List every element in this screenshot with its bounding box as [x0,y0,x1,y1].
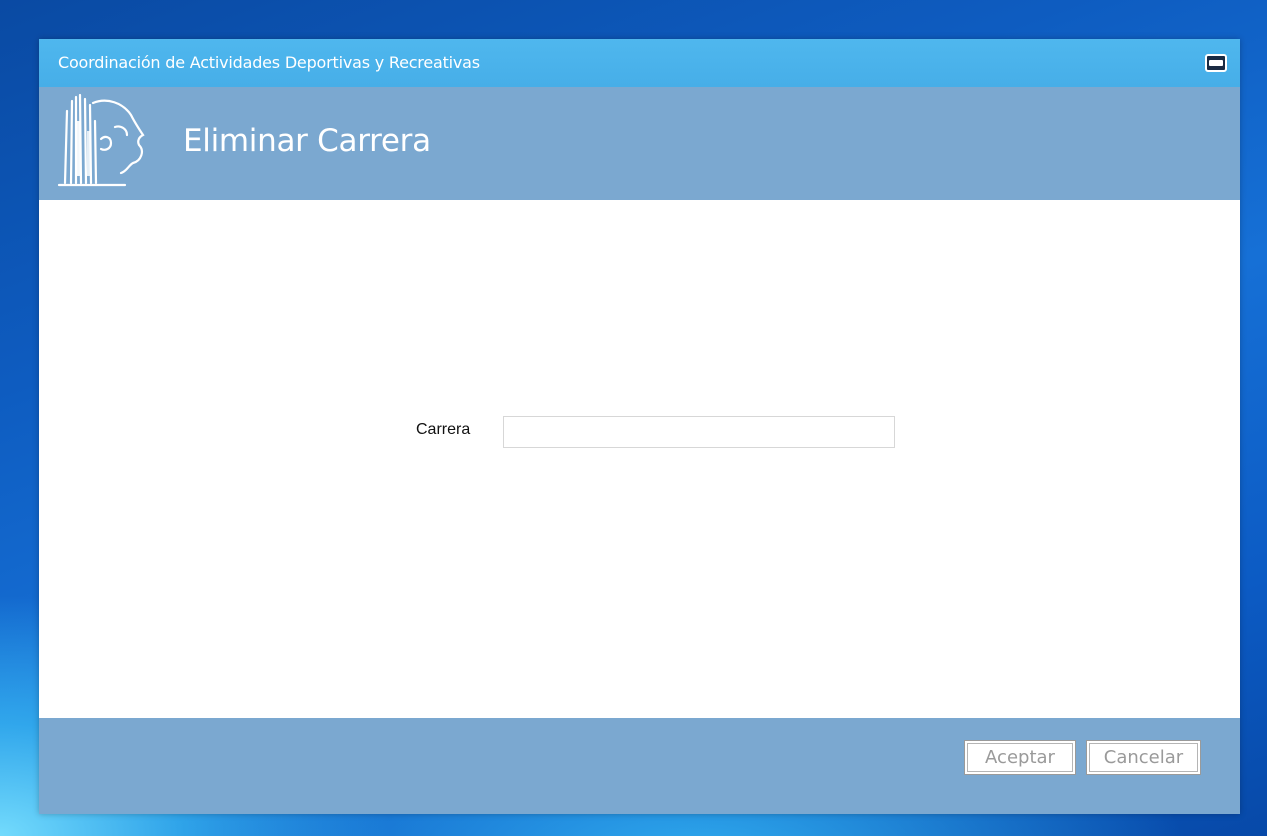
form-area: Carrera [39,200,1240,718]
page-header: Eliminar Carrera [39,87,1240,200]
app-window: Coordinación de Actividades Deportivas y… [39,39,1240,814]
accept-button[interactable]: Aceptar [964,740,1076,775]
university-logo-icon [57,93,145,187]
carrera-input[interactable] [503,416,895,448]
minimize-icon [1209,60,1223,66]
minimize-button[interactable] [1205,54,1227,72]
window-title: Coordinación de Actividades Deportivas y… [58,53,480,72]
dialog-footer: Aceptar Cancelar [39,718,1240,814]
window-titlebar[interactable]: Coordinación de Actividades Deportivas y… [39,39,1240,87]
page-title: Eliminar Carrera [183,123,431,159]
cancel-button[interactable]: Cancelar [1086,740,1201,775]
carrera-label: Carrera [416,421,471,438]
